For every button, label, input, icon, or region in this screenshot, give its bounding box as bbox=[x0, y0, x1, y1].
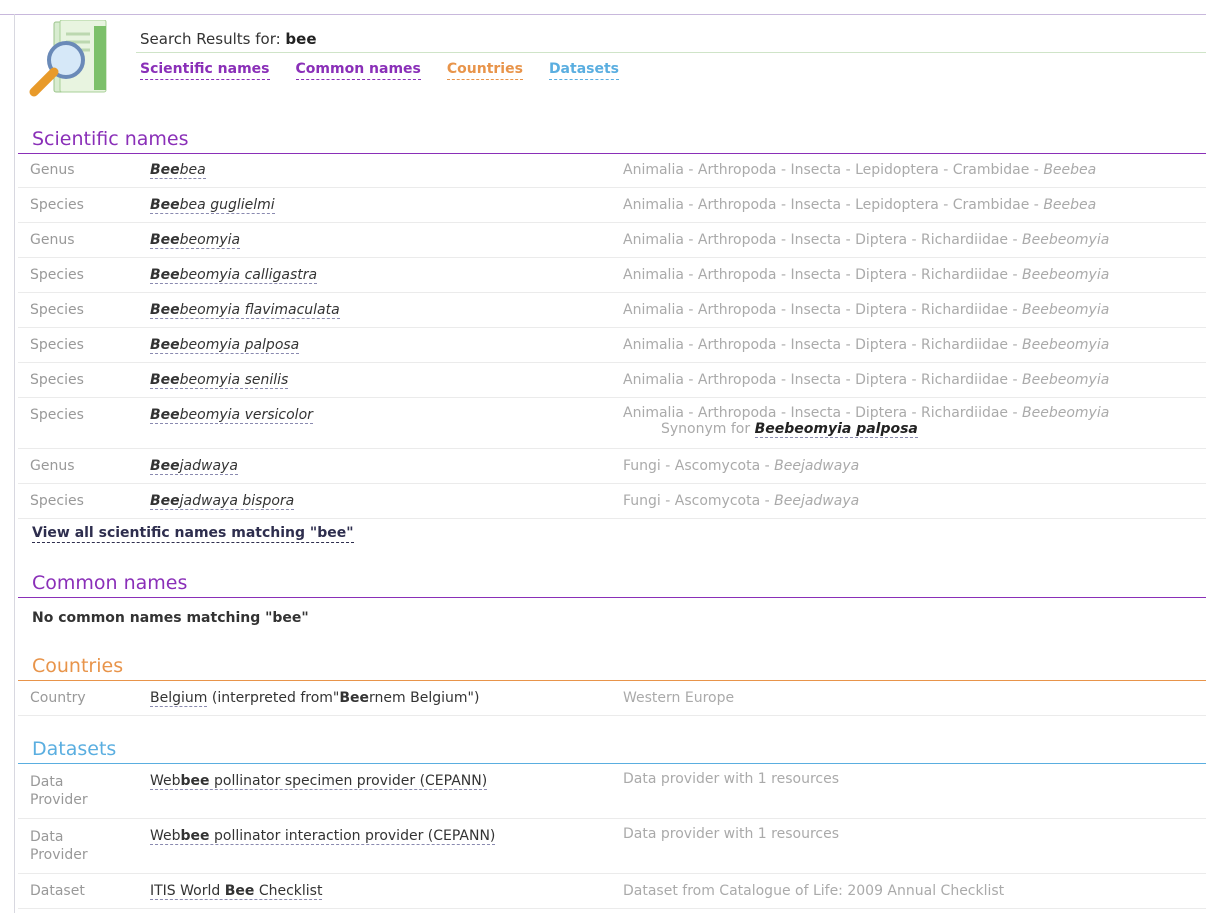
common-names-section: Common names bbox=[18, 572, 1206, 598]
table-row: Country Belgium (interpreted from"Beerne… bbox=[18, 681, 1206, 716]
classification: Animalia - Arthropoda - Insecta - Lepido… bbox=[623, 162, 1097, 178]
datasets-section: Datasets Data Provider Webbee pollinator … bbox=[18, 738, 1206, 909]
left-border bbox=[14, 14, 15, 913]
datasets-heading: Datasets bbox=[18, 738, 1206, 764]
type-label: Country bbox=[30, 690, 86, 706]
rank-label: Species bbox=[30, 267, 84, 283]
synonym-note: Synonym for Beebeomyia palposa bbox=[661, 421, 918, 438]
synonym-link[interactable]: Beebeomyia palposa bbox=[754, 421, 918, 438]
section-tabs: Scientific names Common names Countries … bbox=[140, 61, 619, 80]
classification: Animalia - Arthropoda - Insecta - Dipter… bbox=[623, 267, 1110, 283]
scientific-name-link[interactable]: Beebeomyia senilis bbox=[150, 372, 289, 389]
rank-label: Species bbox=[30, 493, 84, 509]
dataset-link[interactable]: Webbee pollinator interaction provider (… bbox=[150, 828, 496, 845]
scientific-name-link[interactable]: Beejadwaya bbox=[150, 458, 238, 475]
table-row: Species Beebeomyia palposa Animalia - Ar… bbox=[18, 328, 1206, 363]
scientific-name-link[interactable]: Beebea bbox=[150, 162, 206, 179]
table-row: Species Beebeomyia calligastra Animalia … bbox=[18, 258, 1206, 293]
table-row: Dataset ITIS World Bee Checklist Dataset… bbox=[18, 874, 1206, 909]
table-row: Data Provider Webbee pollinator interacti… bbox=[18, 819, 1206, 874]
table-row: Genus Beebea Animalia - Arthropoda - Ins… bbox=[18, 154, 1206, 188]
table-row: Species Beejadwaya bispora Fungi - Ascom… bbox=[18, 484, 1206, 519]
table-row: Data Provider Webbee pollinator specimen … bbox=[18, 764, 1206, 819]
region: Western Europe bbox=[623, 690, 735, 706]
rank-label: Genus bbox=[30, 458, 75, 474]
country-entry: Belgium (interpreted from"Beernem Belgiu… bbox=[150, 690, 480, 707]
classification: Animalia - Arthropoda - Insecta - Dipter… bbox=[623, 372, 1110, 388]
rank-label: Species bbox=[30, 337, 84, 353]
classification: Animalia - Arthropoda - Insecta - Dipter… bbox=[623, 337, 1110, 353]
type-label: Data Provider bbox=[30, 774, 88, 808]
scientific-names-section: Scientific names Genus Beebea Animalia -… bbox=[18, 128, 1206, 519]
search-query: bee bbox=[285, 30, 317, 48]
dataset-link[interactable]: ITIS World Bee Checklist bbox=[150, 883, 323, 900]
rank-label: Species bbox=[30, 407, 84, 423]
search-results-logo-icon bbox=[24, 19, 116, 100]
search-results-title: Search Results for: bee bbox=[140, 30, 317, 48]
classification: Fungi - Ascomycota - Beejadwaya bbox=[623, 458, 860, 474]
classification: Animalia - Arthropoda - Insecta - Dipter… bbox=[623, 232, 1110, 248]
table-row: Species Beebeomyia versicolor Animalia -… bbox=[18, 398, 1206, 449]
scientific-names-heading: Scientific names bbox=[18, 128, 1206, 154]
scientific-name-link[interactable]: Beebeomyia flavimaculata bbox=[150, 302, 340, 319]
tab-datasets[interactable]: Datasets bbox=[548, 61, 619, 80]
dataset-description: Dataset from Catalogue of Life: 2009 Ann… bbox=[623, 883, 1005, 899]
common-names-heading: Common names bbox=[18, 572, 1206, 598]
scientific-name-link[interactable]: Beebea guglielmi bbox=[150, 197, 275, 214]
rank-label: Species bbox=[30, 372, 84, 388]
scientific-name-link[interactable]: Beejadwaya bispora bbox=[150, 493, 295, 510]
view-all-scientific-names-link[interactable]: View all scientific names matching "bee" bbox=[32, 525, 354, 543]
table-row: Genus Beejadwaya Fungi - Ascomycota - Be… bbox=[18, 449, 1206, 484]
type-label: Data Provider bbox=[30, 829, 88, 863]
tab-scientific-names[interactable]: Scientific names bbox=[140, 61, 270, 80]
no-common-names-message: No common names matching "bee" bbox=[32, 610, 309, 626]
search-prefix: Search Results for: bbox=[140, 30, 286, 48]
table-row: Genus Beebeomyia Animalia - Arthropoda -… bbox=[18, 223, 1206, 258]
classification: Animalia - Arthropoda - Insecta - Dipter… bbox=[623, 405, 1110, 421]
top-border bbox=[0, 14, 1206, 15]
header-divider bbox=[136, 52, 1206, 53]
dataset-description: Data provider with 1 resources bbox=[623, 826, 840, 842]
countries-heading: Countries bbox=[18, 655, 1206, 681]
table-row: Species Beebeomyia flavimaculata Animali… bbox=[18, 293, 1206, 328]
dataset-link[interactable]: Webbee pollinator specimen provider (CEP… bbox=[150, 773, 488, 790]
dataset-description: Data provider with 1 resources bbox=[623, 771, 840, 787]
countries-section: Countries Country Belgium (interpreted f… bbox=[18, 655, 1206, 716]
classification: Fungi - Ascomycota - Beejadwaya bbox=[623, 493, 860, 509]
scientific-name-link[interactable]: Beebeomyia palposa bbox=[150, 337, 300, 354]
classification: Animalia - Arthropoda - Insecta - Lepido… bbox=[623, 197, 1097, 213]
rank-label: Species bbox=[30, 302, 84, 318]
classification: Animalia - Arthropoda - Insecta - Dipter… bbox=[623, 302, 1110, 318]
rank-label: Species bbox=[30, 197, 84, 213]
tab-common-names[interactable]: Common names bbox=[295, 61, 421, 80]
rank-label: Genus bbox=[30, 232, 75, 248]
scientific-name-link[interactable]: Beebeomyia versicolor bbox=[150, 407, 313, 424]
table-row: Species Beebea guglielmi Animalia - Arth… bbox=[18, 188, 1206, 223]
table-row: Species Beebeomyia senilis Animalia - Ar… bbox=[18, 363, 1206, 398]
scientific-name-link[interactable]: Beebeomyia calligastra bbox=[150, 267, 318, 284]
rank-label: Genus bbox=[30, 162, 75, 178]
tab-countries[interactable]: Countries bbox=[446, 61, 523, 80]
scientific-name-link[interactable]: Beebeomyia bbox=[150, 232, 241, 249]
type-label: Dataset bbox=[30, 883, 85, 899]
country-link[interactable]: Belgium bbox=[150, 690, 208, 707]
